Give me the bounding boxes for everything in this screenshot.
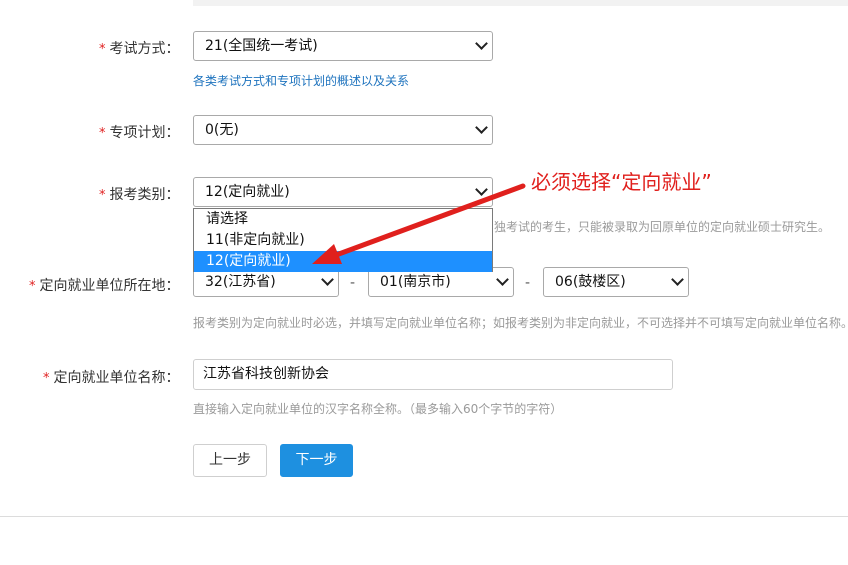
category-label: * 报考类别： (99, 187, 180, 203)
required-mark: * (43, 371, 50, 386)
required-mark: * (99, 188, 106, 203)
next-step-button[interactable]: 下一步 (280, 444, 353, 477)
chevron-down-icon (321, 273, 334, 286)
exam-method-overview-link[interactable]: 各类考试方式和专项计划的概述以及关系 (193, 72, 409, 89)
exam-method-select[interactable]: 21(全国统一考试) (193, 31, 493, 61)
chevron-down-icon (475, 183, 488, 196)
category-select[interactable]: 12(定向就业) (193, 177, 493, 207)
special-plan-select[interactable]: 0(无) (193, 115, 493, 145)
top-panel-edge (193, 0, 848, 6)
exam-method-label: * 考试方式： (99, 41, 180, 57)
special-plan-label: * 专项计划： (99, 125, 180, 141)
dropdown-option-selected[interactable]: 12(定向就业) (194, 251, 492, 272)
chevron-down-icon (475, 121, 488, 134)
category-hint: 独考试的考生，只能被录取为回原单位的定向就业硕士研究生。 (494, 220, 831, 234)
dropdown-option[interactable]: 请选择 (194, 209, 492, 230)
required-mark: * (99, 126, 106, 141)
location-hint: 报考类别为定向就业时必选，并填写定向就业单位名称；如报考类别为非定向就业，不可选… (193, 316, 848, 330)
annotation-text: 必须选择“定向就业” (531, 170, 712, 194)
required-mark: * (29, 279, 36, 294)
category-dropdown-list[interactable]: 请选择 11(非定向就业) 12(定向就业) (193, 208, 493, 272)
unit-name-hint: 直接输入定向就业单位的汉字名称全称。（最多输入60个字节的字符） (193, 402, 563, 416)
chevron-down-icon (475, 37, 488, 50)
unit-name-label: * 定向就业单位名称： (43, 370, 180, 386)
location-label: * 定向就业单位所在地： (29, 278, 180, 294)
district-select[interactable]: 06(鼓楼区) (543, 267, 689, 297)
required-mark: * (99, 42, 106, 57)
separator: - (350, 275, 356, 291)
unit-name-input[interactable]: 江苏省科技创新协会 (193, 359, 673, 390)
dropdown-option[interactable]: 11(非定向就业) (194, 230, 492, 251)
chevron-down-icon (671, 273, 684, 286)
prev-step-button[interactable]: 上一步 (193, 444, 267, 477)
divider (0, 516, 848, 517)
chevron-down-icon (496, 273, 509, 286)
separator: - (525, 275, 531, 291)
